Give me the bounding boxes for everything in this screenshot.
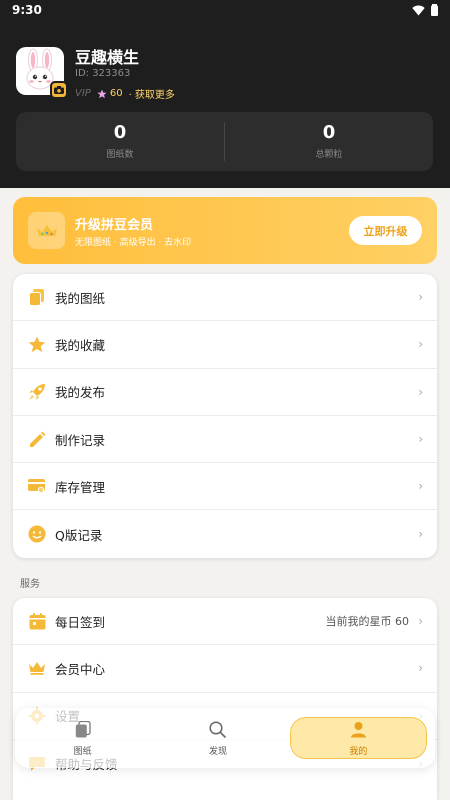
vip-line: VIP 60 · 获取更多 (75, 86, 175, 101)
profile-header: 豆趣横生 ID: 323363 VIP 60 · 获取更多 0 图纸数 0 总颗… (0, 22, 450, 188)
menu-item-label: 库存管理 (55, 479, 106, 495)
inventory-icon (27, 476, 47, 496)
star-coin-balance: 当前我的星币 60 (325, 615, 410, 629)
service-item-member-center[interactable]: 会员中心 › (13, 645, 437, 693)
stat-label: 图纸数 (106, 150, 134, 160)
chevron-right-icon: › (418, 614, 423, 629)
stat-value: 0 (113, 122, 127, 143)
get-more-link[interactable]: · 获取更多 (129, 86, 175, 101)
service-item-checkin[interactable]: 每日签到 当前我的星币 60 › (13, 598, 437, 646)
menu-item-favorites[interactable]: 我的收藏 › (13, 321, 437, 369)
vip-upgrade-banner[interactable]: 升级拼豆会员 无限图纸 · 高级导出 · 去水印 立即升级 (13, 197, 437, 264)
stat-drawings[interactable]: 0 图纸数 (16, 112, 224, 171)
stat-beads[interactable]: 0 总颗粒 (225, 112, 433, 171)
nav-tab-label: 我的 (349, 746, 368, 757)
nav-tab-discover[interactable]: 发现 (150, 708, 285, 768)
drawings-icon (27, 287, 47, 307)
service-item-label: 每日签到 (55, 614, 106, 630)
crown-icon (27, 658, 47, 678)
status-bar: 9:30 (0, 0, 450, 22)
nav-tab-drawings[interactable]: 图纸 (15, 708, 150, 768)
services-card: 每日签到 当前我的星币 60 › 会员中心 › 设置 › 帮助与反馈 › (13, 598, 437, 800)
menu-item-label: 我的图纸 (55, 290, 106, 306)
bottom-nav: 图纸 发现 我的 (15, 708, 435, 768)
menu-item-published[interactable]: 我的发布 › (13, 369, 437, 416)
pencil-icon (27, 429, 47, 449)
star-coin-icon (97, 89, 107, 98)
menu-item-label: 制作记录 (55, 432, 106, 448)
crown-icon (28, 212, 65, 249)
vip-label: VIP (75, 88, 91, 99)
menu-item-label: 我的收藏 (55, 337, 106, 353)
drawings-icon (75, 720, 91, 740)
nav-tab-label: 发现 (208, 746, 227, 757)
stat-label: 总颗粒 (315, 150, 343, 160)
service-item-label: 会员中心 (55, 661, 106, 677)
banner-title: 升级拼豆会员 (75, 218, 154, 233)
search-icon (209, 720, 227, 740)
user-id: ID: 323363 (75, 68, 131, 79)
stat-value: 0 (322, 122, 336, 143)
chevron-right-icon: › (418, 432, 423, 447)
chevron-right-icon: › (418, 661, 423, 676)
services-section-title: 服务 (20, 579, 40, 590)
menu-item-inventory[interactable]: 库存管理 › (13, 463, 437, 511)
main-menu-card: 我的图纸 › 我的收藏 › 我的发布 › 制作记录 › 库存管理 › Q版记录 … (13, 274, 437, 558)
menu-item-label: 我的发布 (55, 385, 106, 401)
wifi-icon (412, 5, 425, 15)
chevron-right-icon: › (418, 290, 423, 305)
username: 豆趣横生 (75, 48, 140, 67)
person-icon (350, 720, 367, 740)
status-time: 9:30 (12, 3, 42, 17)
rocket-icon (27, 382, 47, 402)
chevron-right-icon: › (418, 384, 423, 399)
chevron-right-icon: › (418, 479, 423, 494)
calendar-icon (27, 611, 47, 631)
chevron-right-icon: › (418, 337, 423, 352)
nav-tab-mine[interactable]: 我的 (289, 717, 427, 759)
coin-count: 60 (109, 88, 123, 99)
upgrade-button[interactable]: 立即升级 (349, 216, 422, 245)
stats-panel: 0 图纸数 0 总颗粒 (16, 112, 433, 171)
battery-icon (431, 4, 438, 16)
coin-balance: 60 (97, 88, 123, 99)
menu-item-q-records[interactable]: Q版记录 › (13, 510, 437, 557)
star-icon (27, 334, 47, 354)
avatar[interactable] (16, 47, 68, 99)
smile-icon (27, 524, 47, 544)
camera-icon[interactable] (50, 81, 68, 99)
chevron-right-icon: › (418, 527, 423, 542)
menu-item-records[interactable]: 制作记录 › (13, 416, 437, 464)
banner-subtitle: 无限图纸 · 高级导出 · 去水印 (75, 238, 192, 248)
status-icons (412, 4, 438, 16)
menu-item-label: Q版记录 (55, 527, 103, 543)
nav-tab-label: 图纸 (73, 746, 92, 757)
menu-item-drawings[interactable]: 我的图纸 › (13, 274, 437, 322)
